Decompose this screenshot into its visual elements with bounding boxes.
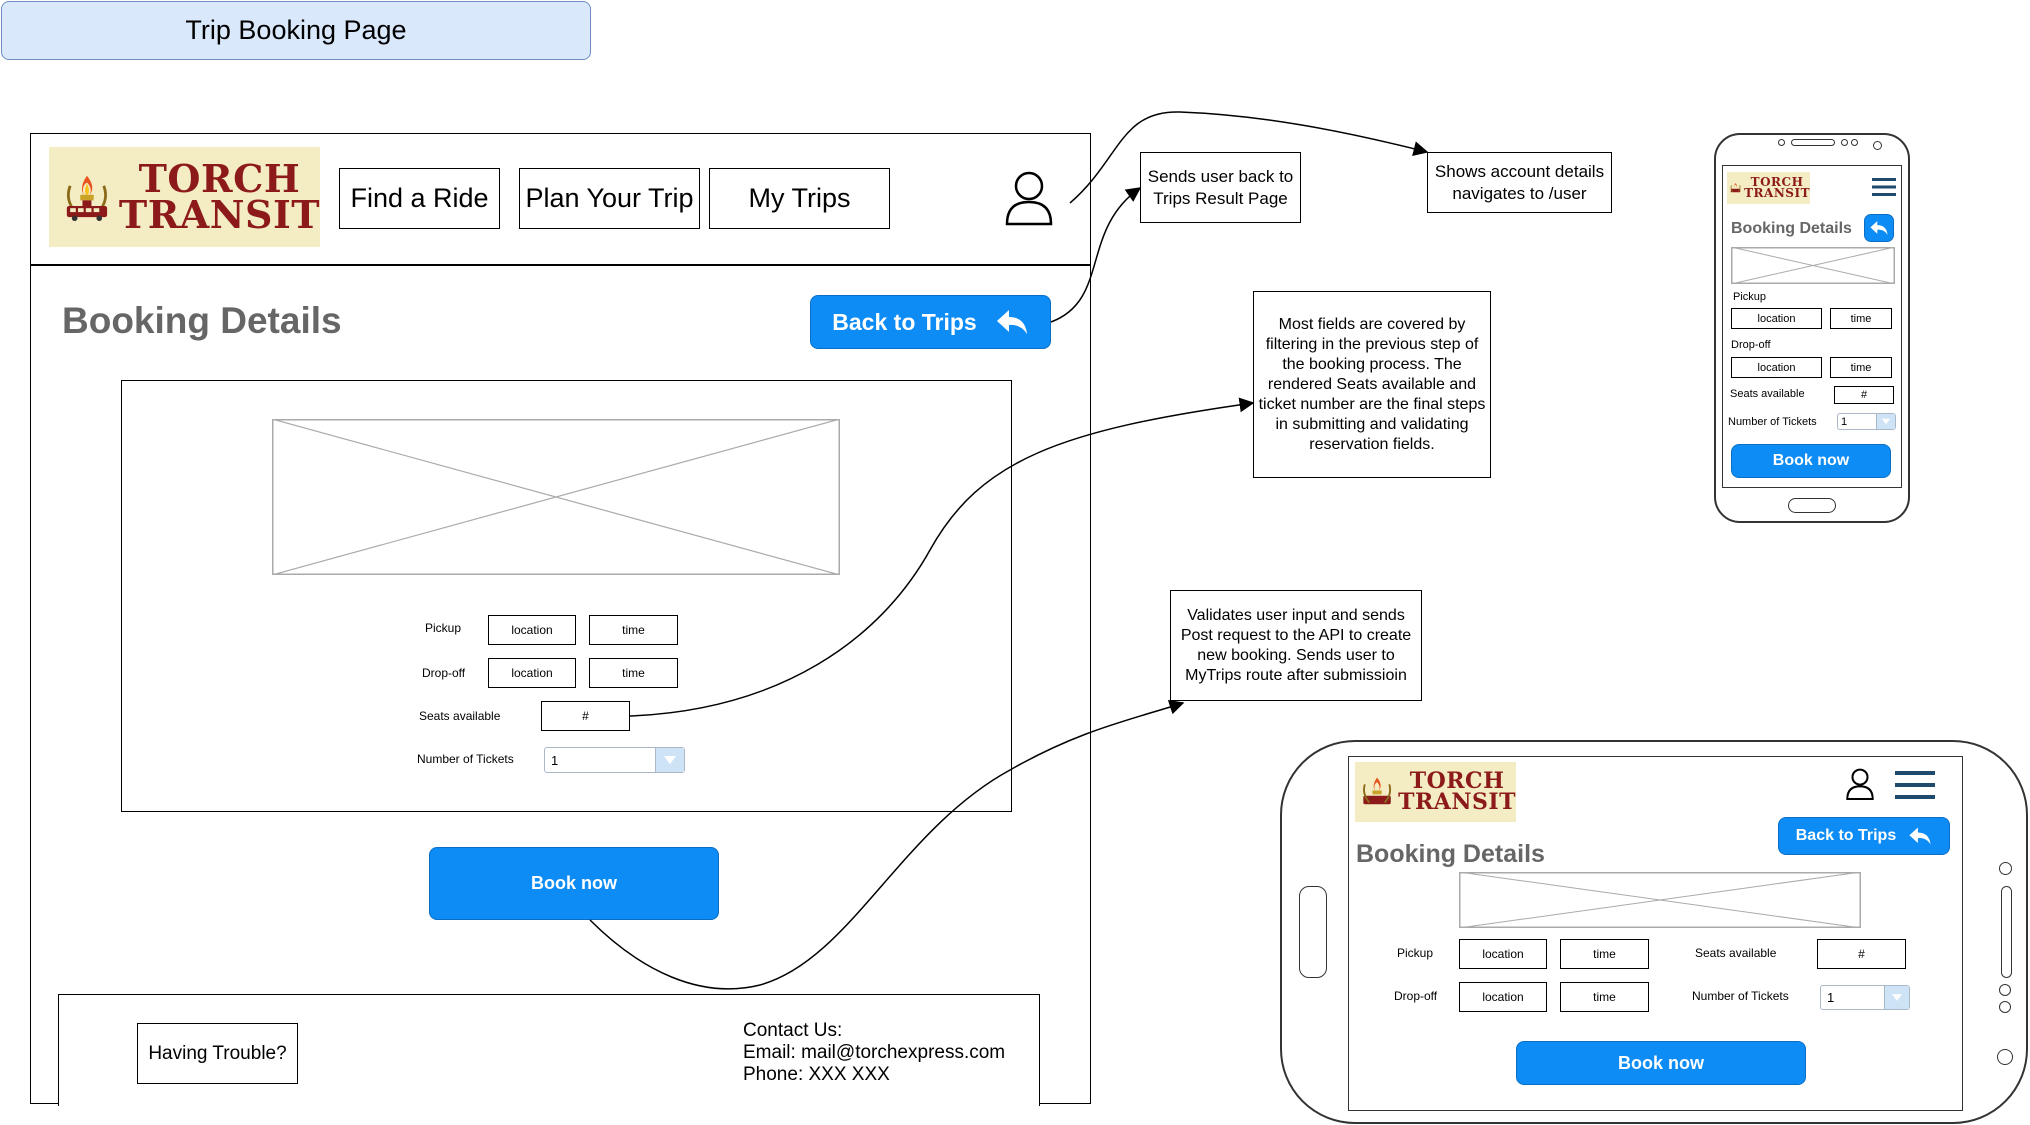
ml-back-button[interactable]: Back to Trips (1778, 817, 1950, 855)
ml-book-now-button[interactable]: Book now (1516, 1041, 1806, 1085)
ml-sensor-2 (1999, 1001, 2011, 1013)
mp-pickup-label: Pickup (1733, 291, 1767, 303)
mp-pickup-location[interactable]: location (1731, 308, 1822, 329)
phone-camera (1778, 139, 1785, 146)
phone-sensor-2 (1851, 139, 1858, 146)
ml-speaker (1299, 886, 1327, 978)
mp-pickup-time-text: time (1850, 312, 1872, 325)
mp-tickets-label: Number of Tickets (1728, 416, 1817, 428)
ml-tickets-value: 1 (1827, 990, 1835, 1005)
mp-book-now-button[interactable]: Book now (1731, 444, 1891, 478)
mp-dropoff-label: Drop-off (1731, 339, 1771, 351)
ml-seats-value: # (1858, 947, 1865, 961)
ml-home-button (1997, 1049, 2013, 1065)
mp-book-now-label: Book now (1772, 452, 1850, 469)
ml-side-slot (2001, 886, 2012, 978)
ml-dropoff-location[interactable]: location (1459, 982, 1547, 1012)
ml-sensor-1 (1999, 984, 2011, 996)
connector-book-to-note (589, 699, 1185, 990)
connector-seats-to-note (629, 397, 1255, 717)
ml-pickup-location-text: location (1482, 947, 1524, 961)
phone-home-button (1788, 498, 1836, 513)
connector-back-to-note (1050, 187, 1142, 323)
ml-dropdown-arrow-icon (1884, 986, 1909, 1009)
ml-torch-logo-icon (1363, 777, 1392, 805)
mp-tickets-value: 1 (1841, 415, 1848, 428)
ml-logo: TORCH TRANSIT (1355, 762, 1516, 822)
mp-dropoff-time[interactable]: time (1830, 357, 1892, 378)
mp-pickup-time[interactable]: time (1830, 308, 1892, 329)
ml-pickup-label: Pickup (1397, 946, 1434, 960)
ml-pickup-location[interactable]: location (1459, 939, 1547, 969)
mp-pickup-location-text: location (1757, 312, 1796, 325)
mp-heading: Booking Details (1731, 220, 1852, 237)
ml-camera (1999, 862, 2012, 875)
mp-dropoff-time-text: time (1850, 361, 1872, 374)
mp-seats-field: # (1834, 386, 1894, 404)
ml-tickets-label: Number of Tickets (1692, 989, 1789, 1003)
ml-dropoff-location-text: location (1482, 990, 1524, 1004)
ml-dropoff-time[interactable]: time (1560, 982, 1649, 1012)
phone-speaker (1791, 139, 1835, 146)
ml-hamburger-icon[interactable] (1895, 770, 1935, 800)
ml-pickup-time[interactable]: time (1560, 939, 1649, 969)
ml-seats-label: Seats available (1695, 946, 1777, 960)
mp-hamburger-icon[interactable] (1872, 177, 1896, 197)
mp-image-placeholder (1731, 247, 1895, 284)
ml-image-placeholder (1459, 872, 1861, 928)
ml-pickup-time-text: time (1593, 947, 1616, 961)
ml-back-label: Back to Trips (1795, 827, 1897, 844)
phone-sensor (1841, 139, 1848, 146)
mp-logo-line2: TRANSIT (1744, 186, 1810, 200)
mp-tickets-select[interactable]: 1 (1837, 413, 1896, 430)
mp-seats-value: # (1860, 389, 1868, 401)
mp-dropoff-location-text: location (1757, 361, 1796, 374)
ml-user-icon[interactable] (1845, 767, 1875, 801)
connector-user-to-account (1069, 111, 1429, 204)
mp-logo: TORCH TRANSIT (1727, 172, 1810, 204)
phone-front-camera (1873, 141, 1882, 150)
mp-dropdown-arrow-icon (1876, 414, 1895, 429)
ml-dropoff-time-text: time (1593, 990, 1616, 1004)
mp-torch-logo-icon (1730, 183, 1741, 193)
ml-tickets-select[interactable]: 1 (1820, 985, 1910, 1010)
mp-seats-label: Seats available (1730, 388, 1805, 400)
mp-logo-text: TORCH TRANSIT (1744, 175, 1810, 200)
ml-heading: Booking Details (1356, 840, 1545, 868)
ml-seats-field: # (1817, 939, 1906, 969)
ml-logo-line2: TRANSIT (1398, 789, 1516, 815)
ml-reply-arrow-icon (1909, 827, 1931, 845)
ml-book-now-label: Book now (1618, 1052, 1704, 1073)
mp-dropoff-location[interactable]: location (1731, 357, 1822, 378)
mp-back-button[interactable] (1864, 214, 1894, 242)
ml-dropoff-label: Drop-off (1394, 989, 1438, 1003)
ml-logo-text: TORCH TRANSIT (1398, 770, 1516, 815)
mp-reply-arrow-icon (1870, 221, 1888, 235)
